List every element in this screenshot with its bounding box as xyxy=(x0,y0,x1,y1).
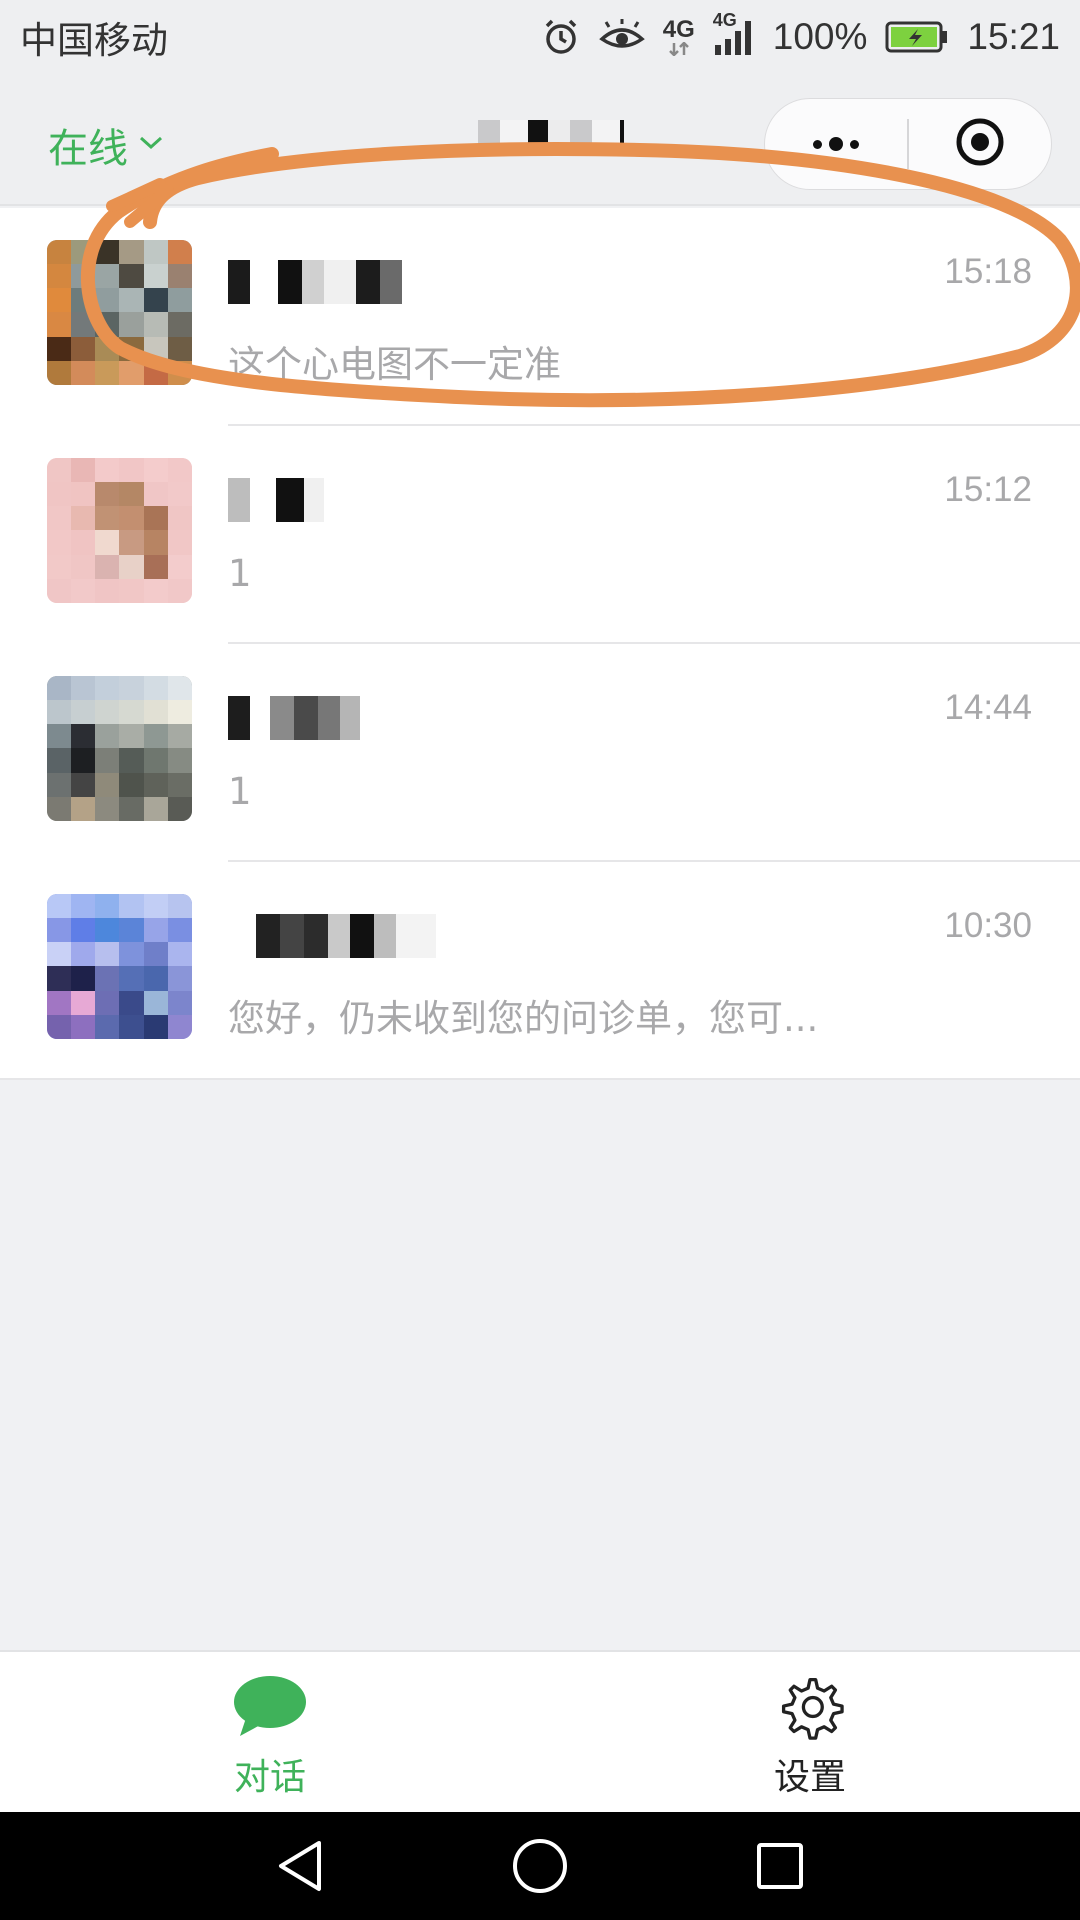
signal-icon: 4G xyxy=(713,11,755,57)
tab-chats[interactable]: 对话 xyxy=(170,1674,370,1800)
message-time: 15:18 xyxy=(944,252,1032,291)
battery-percent: 100% xyxy=(772,16,868,57)
message-preview: 您好，仍未收到您的问诊单，您可... xyxy=(228,997,819,1040)
close-button[interactable] xyxy=(909,99,1051,189)
avatar xyxy=(47,894,192,1039)
page-title-redacted xyxy=(478,120,624,150)
chat-item[interactable]: 这个心电图不一定准 15:18 xyxy=(0,208,1080,426)
more-button[interactable] xyxy=(765,99,907,189)
chat-list: 这个心电图不一定准 15:18 1 15:12 1 14:44 您好，仍未收到您… xyxy=(0,208,1080,1080)
contact-name-redacted xyxy=(228,478,428,522)
gear-icon xyxy=(775,1674,845,1744)
message-preview: 1 xyxy=(228,552,252,595)
clock: 15:21 xyxy=(967,16,1060,57)
recents-button[interactable] xyxy=(750,1838,810,1898)
avatar xyxy=(47,676,192,821)
online-status-dropdown[interactable]: 在线 xyxy=(48,116,164,174)
back-triangle-icon xyxy=(275,1839,325,1897)
tab-bar: 对话 设置 xyxy=(0,1650,1080,1812)
chat-item[interactable]: 您好，仍未收到您的问诊单，您可... 10:30 xyxy=(0,862,1080,1080)
chat-item[interactable]: 1 15:12 xyxy=(0,426,1080,644)
back-button[interactable] xyxy=(270,1838,330,1898)
status-bar: 中国移动 4G 4G 100% 15:21 xyxy=(0,0,1080,74)
avatar xyxy=(47,458,192,603)
tab-chats-label: 对话 xyxy=(233,1757,306,1798)
chat-bubble-icon xyxy=(232,1674,308,1744)
online-status-label: 在线 xyxy=(48,126,128,172)
contact-name-redacted xyxy=(228,696,428,740)
network-type: 4G xyxy=(663,18,695,56)
tab-settings-label: 设置 xyxy=(773,1757,846,1798)
eye-icon xyxy=(598,19,645,55)
contact-name-redacted xyxy=(228,260,428,304)
message-time: 15:12 xyxy=(944,470,1032,509)
recents-square-icon xyxy=(755,1841,805,1895)
chevron-down-icon xyxy=(138,134,164,156)
row-divider xyxy=(0,1078,1080,1080)
carrier-name: 中国移动 xyxy=(20,19,168,62)
close-target-icon xyxy=(954,116,1006,172)
header: 在线 xyxy=(0,74,1080,206)
message-time: 10:30 xyxy=(944,906,1032,945)
system-nav-bar xyxy=(0,1812,1080,1920)
more-dots-icon xyxy=(813,137,860,151)
mini-program-capsule xyxy=(764,98,1052,190)
tab-settings[interactable]: 设置 xyxy=(710,1674,910,1800)
message-preview: 这个心电图不一定准 xyxy=(228,343,561,386)
contact-name-redacted xyxy=(228,914,458,958)
battery-charging-icon xyxy=(885,20,949,54)
message-preview: 1 xyxy=(228,770,252,813)
status-icons: 4G 4G 100% 15:21 xyxy=(541,11,1060,58)
home-button[interactable] xyxy=(510,1838,570,1898)
home-circle-icon xyxy=(511,1837,569,1899)
alarm-icon xyxy=(541,17,581,57)
chat-item[interactable]: 1 14:44 xyxy=(0,644,1080,862)
message-time: 14:44 xyxy=(944,688,1032,727)
avatar xyxy=(47,240,192,385)
